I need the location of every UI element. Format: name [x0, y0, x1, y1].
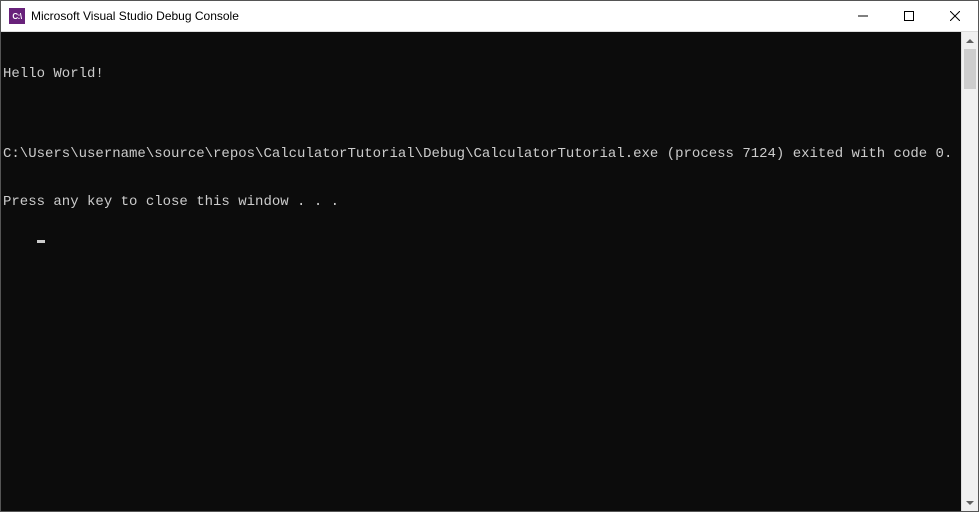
window-controls [840, 1, 978, 31]
maximize-button[interactable] [886, 1, 932, 31]
close-button[interactable] [932, 1, 978, 31]
close-icon [950, 11, 960, 21]
scroll-track[interactable] [962, 49, 978, 494]
maximize-icon [904, 11, 914, 21]
app-icon-text: C:\ [12, 12, 21, 21]
chevron-up-icon [966, 39, 974, 43]
vertical-scrollbar[interactable] [961, 32, 978, 511]
window-title: Microsoft Visual Studio Debug Console [31, 9, 840, 23]
console-line: C:\Users\username\source\repos\Calculato… [3, 146, 961, 162]
app-icon: C:\ [9, 8, 25, 24]
console-line: Press any key to close this window . . . [3, 194, 961, 210]
console-area: Hello World! C:\Users\username\source\re… [1, 32, 978, 511]
titlebar: C:\ Microsoft Visual Studio Debug Consol… [1, 1, 978, 32]
console-output[interactable]: Hello World! C:\Users\username\source\re… [1, 32, 961, 511]
scroll-up-arrow[interactable] [962, 32, 978, 49]
scroll-thumb[interactable] [964, 49, 976, 89]
text-cursor [37, 240, 45, 243]
chevron-down-icon [966, 501, 974, 505]
scroll-down-arrow[interactable] [962, 494, 978, 511]
minimize-button[interactable] [840, 1, 886, 31]
console-line: Hello World! [3, 66, 961, 82]
minimize-icon [858, 11, 868, 21]
